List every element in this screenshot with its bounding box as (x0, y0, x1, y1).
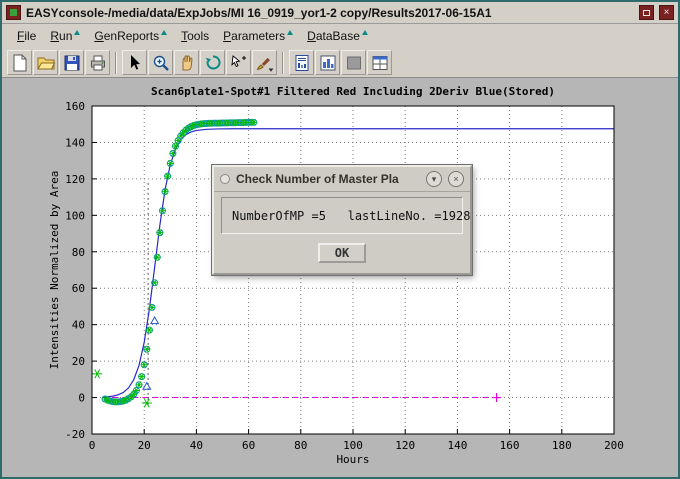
svg-text:-20: -20 (65, 428, 85, 441)
svg-text:200: 200 (604, 439, 624, 452)
dialog-title-bar[interactable]: Check Number of Master Pla ▾ × (214, 167, 470, 192)
svg-text:Hours: Hours (336, 453, 369, 466)
menu-genreports[interactable]: GenReports (87, 26, 174, 46)
menu-tools[interactable]: Tools (174, 26, 216, 46)
new-document-button[interactable] (7, 50, 32, 75)
new-document-icon (10, 53, 30, 73)
paint-brush-tool-button[interactable] (252, 50, 277, 75)
submenu-indicator-icon (362, 30, 368, 35)
dialog-collapse-button[interactable]: ▾ (426, 171, 442, 187)
menu-file[interactable]: File (10, 26, 43, 46)
bar-chart-icon (318, 53, 338, 73)
submenu-indicator-icon (74, 30, 80, 35)
zoom-in-icon (151, 53, 171, 73)
menu-run[interactable]: Run (43, 26, 87, 46)
print-button[interactable] (85, 50, 110, 75)
pointer-icon (125, 53, 145, 73)
rotate-tool-button[interactable] (200, 50, 225, 75)
svg-text:0: 0 (89, 439, 96, 452)
dialog-body: NumberOfMP =5 lastLineNo. =1928 OK (214, 192, 470, 273)
svg-text:140: 140 (447, 439, 467, 452)
dialog-message: NumberOfMP =5 lastLineNo. =1928 (232, 209, 452, 223)
dialog-app-icon (220, 174, 230, 184)
dialog-close-button[interactable]: × (448, 171, 464, 187)
title-bar: EASYconsole-/media/data/ExpJobs/MI 16_09… (2, 2, 678, 24)
pan-hand-tool-button[interactable] (174, 50, 199, 75)
svg-text:120: 120 (65, 173, 85, 186)
dialog-title: Check Number of Master Pla (236, 172, 420, 186)
chevron-down-icon: ▾ (432, 175, 437, 184)
maximize-icon (643, 10, 650, 16)
dialog-button-row: OK (221, 243, 463, 263)
svg-text:Scan6plate1-Spot#1 Filtered Re: Scan6plate1-Spot#1 Filtered Red Includin… (151, 85, 555, 98)
svg-text:40: 40 (72, 319, 85, 332)
svg-text:60: 60 (72, 282, 85, 295)
submenu-indicator-icon (161, 30, 167, 35)
menu-bar: File Run GenReports Tools Parameters Dat… (2, 24, 678, 48)
svg-text:80: 80 (72, 246, 85, 259)
chart-canvas: 0 20 40 60 80 100 120 140 160 180 200 -20 0 20 40 60 80 1… (2, 78, 678, 477)
save-icon (62, 53, 82, 73)
window-title: EASYconsole-/media/data/ExpJobs/MI 16_09… (26, 6, 634, 20)
svg-text:120: 120 (395, 439, 415, 452)
svg-text:60: 60 (242, 439, 255, 452)
tile-windows-icon (370, 53, 390, 73)
svg-text:Intensities Normalized by Area: Intensities Normalized by Area (48, 171, 61, 370)
rotate-icon (203, 53, 223, 73)
gray-box-button[interactable] (341, 50, 366, 75)
close-button[interactable]: × (659, 5, 674, 20)
dialog-message-panel: NumberOfMP =5 lastLineNo. =1928 (221, 197, 463, 234)
pan-hand-icon (177, 53, 197, 73)
svg-text:180: 180 (552, 439, 572, 452)
paint-brush-icon (255, 53, 275, 73)
svg-text:0: 0 (78, 392, 85, 405)
ok-button[interactable]: OK (318, 243, 366, 263)
svg-text:100: 100 (343, 439, 363, 452)
report-icon (292, 53, 312, 73)
svg-text:40: 40 (190, 439, 203, 452)
menu-parameters[interactable]: Parameters (216, 26, 300, 46)
print-icon (88, 53, 108, 73)
open-folder-icon (36, 53, 56, 73)
save-button[interactable] (59, 50, 84, 75)
window-menu-button[interactable] (6, 5, 21, 20)
maximize-button[interactable] (639, 5, 654, 20)
check-master-plate-dialog: Check Number of Master Pla ▾ × NumberOfM… (212, 165, 472, 275)
data-cursor-icon (229, 53, 249, 73)
menu-database[interactable]: DataBase (300, 26, 375, 46)
svg-text:140: 140 (65, 136, 85, 149)
submenu-indicator-icon (287, 30, 293, 35)
data-cursor-tool-button[interactable] (226, 50, 251, 75)
open-folder-button[interactable] (33, 50, 58, 75)
plot-area: 0 20 40 60 80 100 120 140 160 180 200 -20 0 20 40 60 80 1… (2, 78, 678, 477)
svg-text:100: 100 (65, 209, 85, 222)
svg-text:20: 20 (138, 439, 151, 452)
toolbar (2, 48, 678, 78)
app-window: EASYconsole-/media/data/ExpJobs/MI 16_09… (0, 0, 680, 479)
report-button[interactable] (289, 50, 314, 75)
bar-chart-button[interactable] (315, 50, 340, 75)
tile-windows-button[interactable] (367, 50, 392, 75)
pointer-tool-button[interactable] (122, 50, 147, 75)
toolbar-separator (282, 52, 284, 74)
svg-text:160: 160 (500, 439, 520, 452)
close-icon: × (453, 175, 458, 184)
svg-text:80: 80 (294, 439, 307, 452)
close-icon: × (664, 8, 670, 18)
svg-text:160: 160 (65, 100, 85, 113)
window-menu-icon (10, 9, 17, 16)
gray-box-icon (344, 53, 364, 73)
zoom-in-tool-button[interactable] (148, 50, 173, 75)
svg-text:20: 20 (72, 355, 85, 368)
toolbar-separator (115, 52, 117, 74)
